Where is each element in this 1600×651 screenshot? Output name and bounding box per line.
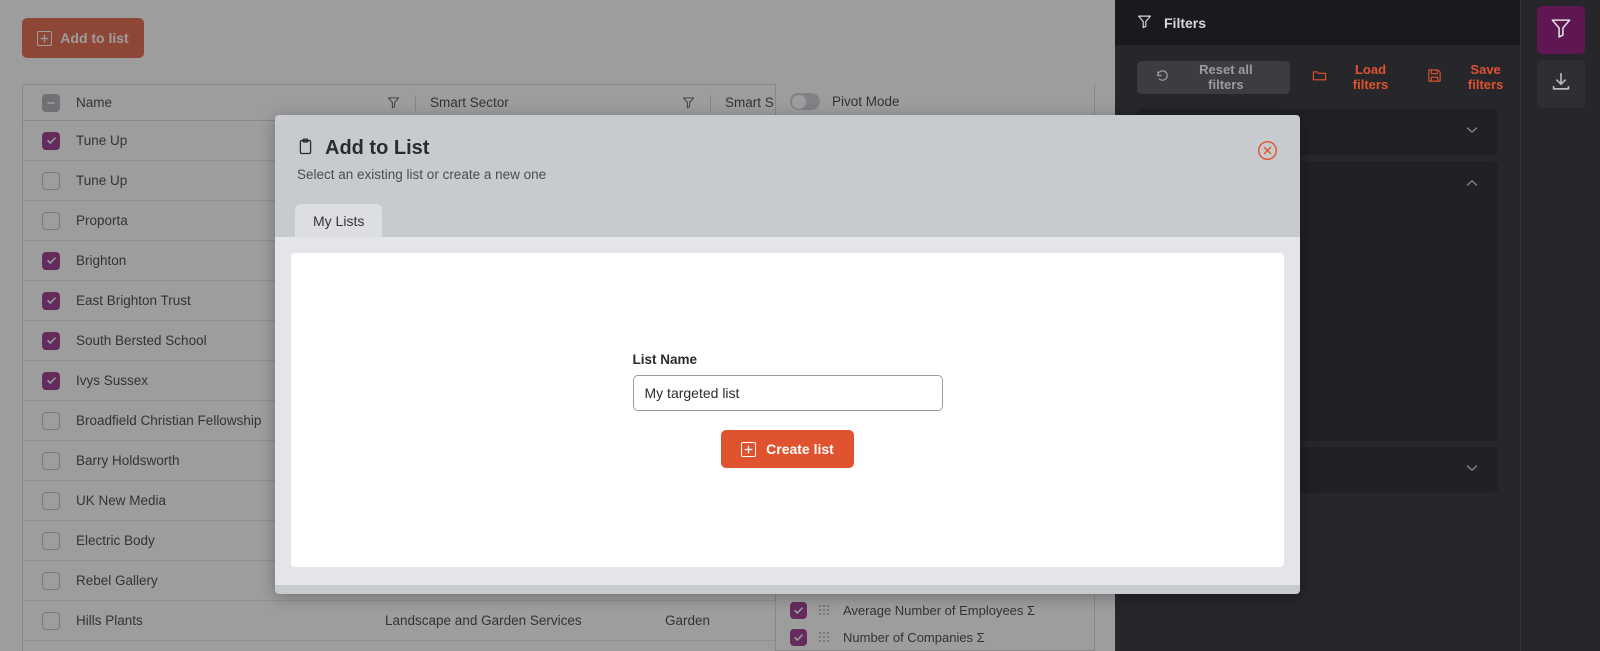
chevron-up-icon [1464, 175, 1480, 196]
filter-icon-rail [1550, 17, 1572, 44]
square-plus-icon-create [741, 441, 757, 457]
create-list-panel: List Name Create list [291, 253, 1284, 567]
load-filters-button[interactable]: Load filters [1312, 62, 1405, 92]
reset-icon [1155, 68, 1170, 86]
chevron-down-icon [1464, 122, 1480, 143]
clipboard-icon [297, 138, 314, 160]
right-icon-rail [1520, 0, 1600, 651]
tab-my-lists-label: My Lists [313, 212, 365, 229]
filters-actions: Reset all filters Load filters Save filt… [1115, 45, 1520, 109]
modal-subtitle: Select an existing list or create a new … [297, 167, 547, 182]
filter-icon [1137, 14, 1152, 32]
modal-body: List Name Create list [275, 237, 1300, 585]
folder-icon [1312, 68, 1327, 86]
list-name-label: List Name [632, 352, 698, 367]
modal-header: Add to List [275, 115, 1300, 160]
app-root: Add to list Name Smart Sector [0, 0, 1600, 651]
list-name-input[interactable] [632, 375, 943, 411]
filters-panel-header: Filters [1115, 0, 1520, 45]
reset-all-filters-button[interactable]: Reset all filters [1137, 60, 1290, 94]
tab-my-lists[interactable]: My Lists [295, 204, 383, 237]
save-disk-icon [1427, 68, 1442, 86]
close-modal-button[interactable] [1257, 140, 1278, 161]
add-to-list-modal: Add to List Select an existing list or c… [275, 115, 1300, 594]
save-filters-button[interactable]: Save filters [1427, 62, 1520, 92]
download-icon [1550, 71, 1572, 98]
modal-tabs: My Lists [275, 204, 1300, 237]
filters-toggle-button[interactable] [1536, 6, 1585, 54]
save-filters-label: Save filters [1467, 62, 1504, 92]
load-filters-label: Load filters [1352, 62, 1389, 92]
create-list-button[interactable]: Create list [721, 430, 854, 468]
modal-title: Add to List [325, 137, 430, 159]
create-list-label: Create list [766, 441, 834, 457]
reset-all-filters-label: Reset all filters [1199, 62, 1253, 92]
chevron-down-icon-2 [1464, 460, 1480, 481]
filters-title: Filters [1164, 14, 1207, 31]
export-download-button[interactable] [1536, 60, 1585, 108]
